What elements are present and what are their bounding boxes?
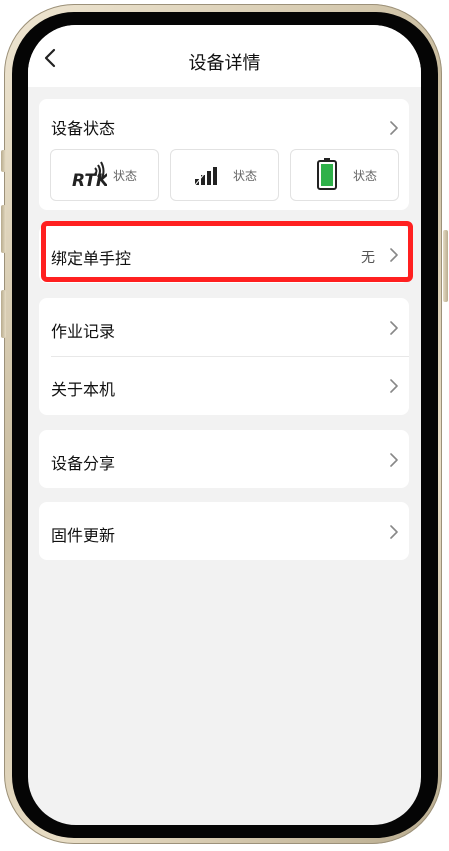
work-records-row[interactable]: 作业记录	[39, 298, 409, 356]
chevron-right-icon	[389, 321, 399, 335]
cellular-signal-icon	[194, 164, 223, 190]
rtk-logo-text: RTK	[72, 171, 107, 190]
device-share-row[interactable]: 设备分享	[39, 430, 409, 488]
cellular-status-label: 状态	[233, 169, 258, 183]
chevron-right-icon	[389, 379, 399, 393]
bind-controller-value: 无	[361, 250, 375, 266]
nav-bar: 设备详情	[28, 25, 421, 87]
rtk-status-label: 状态	[113, 169, 138, 183]
chevron-right-icon	[389, 453, 399, 467]
chevron-right-icon	[389, 121, 399, 135]
rtk-signal-icon: RTK	[71, 160, 111, 194]
phone-volume-up-button	[1, 205, 6, 253]
records-about-card: 作业记录 关于本机	[39, 298, 409, 415]
work-records-label: 作业记录	[51, 322, 116, 341]
page-title: 设备详情	[188, 53, 261, 74]
phone-volume-down-button	[1, 290, 6, 338]
device-share-label: 设备分享	[51, 454, 116, 473]
cellular-status-tile[interactable]: 状态	[170, 149, 279, 201]
about-device-label: 关于本机	[51, 380, 116, 399]
rtk-status-tile[interactable]: RTK 状态	[50, 149, 159, 201]
phone-mute-switch	[1, 150, 6, 172]
bind-controller-label: 绑定单手控	[51, 249, 132, 268]
firmware-update-label: 固件更新	[51, 526, 116, 545]
app-screen: 设备详情 设备状态 RTK 状态 状态 状态 绑定单手控 无 作业记录 关于本机…	[28, 25, 421, 825]
chevron-right-icon	[389, 248, 399, 262]
device-status-card[interactable]: 设备状态 RTK 状态 状态 状态	[39, 99, 409, 210]
bind-controller-row[interactable]: 绑定单手控 无	[39, 225, 409, 283]
chevron-right-icon	[389, 525, 399, 539]
device-status-label: 设备状态	[51, 119, 116, 138]
battery-status-label: 状态	[353, 169, 378, 183]
firmware-update-row[interactable]: 固件更新	[39, 502, 409, 560]
phone-power-button	[443, 230, 448, 302]
battery-icon	[317, 158, 337, 194]
battery-status-tile[interactable]: 状态	[290, 149, 399, 201]
status-tiles: RTK 状态 状态 状态	[50, 149, 399, 201]
about-device-row[interactable]: 关于本机	[39, 357, 409, 415]
